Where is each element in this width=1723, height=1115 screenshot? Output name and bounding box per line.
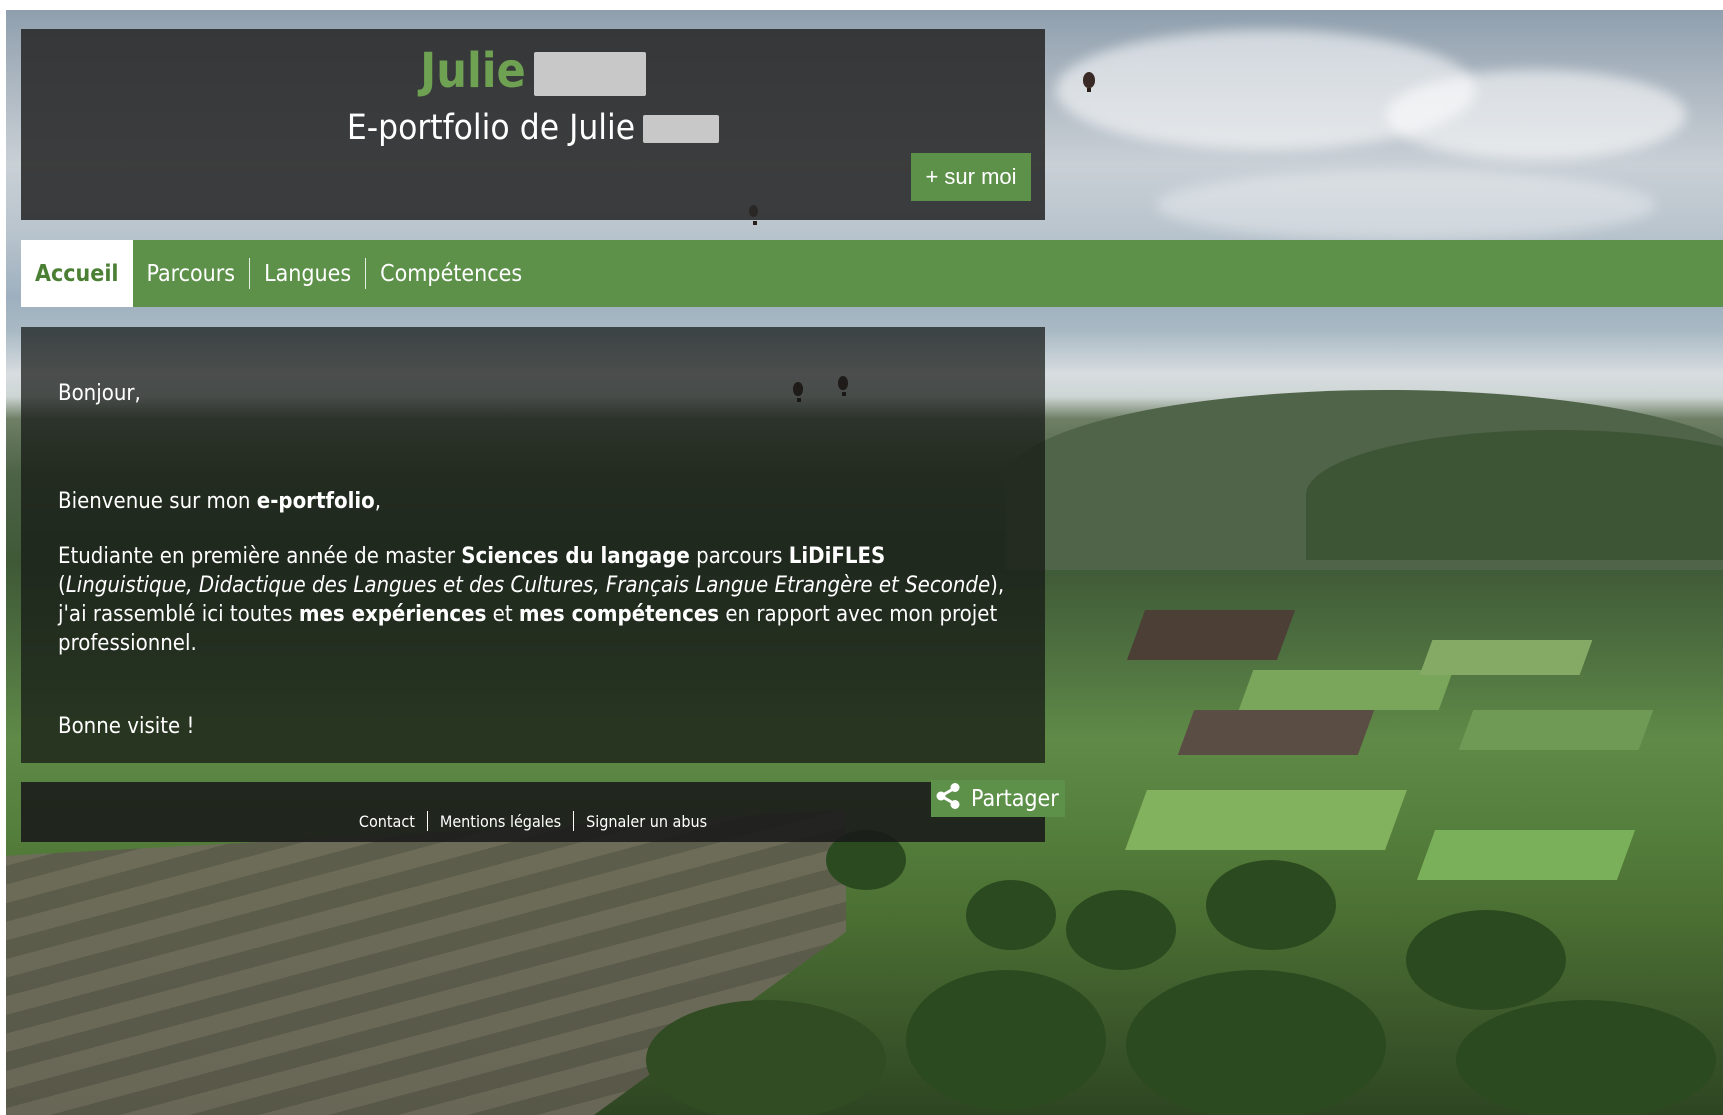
experiences-emphasis: mes expériences: [298, 602, 487, 627]
main-navigation: Accueil Parcours Langues Compétences: [21, 240, 1723, 307]
nav-item-langues[interactable]: Langues: [250, 240, 365, 307]
site-header: Julie E-portfolio de Julie + sur moi: [21, 29, 1045, 220]
hot-air-balloon: [1083, 72, 1095, 92]
nav-item-competences[interactable]: Compétences: [366, 240, 536, 307]
track-full-name: Linguistique, Didactique des Langues et …: [65, 573, 991, 598]
closing-text: Bonne visite !: [58, 714, 195, 739]
nav-item-parcours[interactable]: Parcours: [133, 240, 250, 307]
site-subtitle-text: E-portfolio de Julie: [346, 108, 636, 148]
welcome-text: Bienvenue sur mon e-portfolio,: [58, 489, 382, 514]
greeting-text: Bonjour,: [58, 381, 141, 406]
site-title-text: Julie: [420, 43, 526, 99]
program-name: Sciences du langage: [461, 544, 690, 569]
nav-item-accueil[interactable]: Accueil: [21, 240, 133, 307]
footer-links: Contact Mentions légales Signaler un abu…: [21, 811, 1045, 831]
redacted-surname: [643, 115, 720, 143]
eportfolio-emphasis: e-portfolio: [256, 489, 375, 514]
site-title: Julie: [21, 45, 1045, 98]
track-name: LiDiFLES: [788, 544, 886, 569]
welcome-panel: Bonjour, Bienvenue sur mon e-portfolio, …: [21, 327, 1045, 763]
site-footer: Partager Contact Mentions légales Signal…: [21, 780, 1065, 842]
about-me-button[interactable]: + sur moi: [911, 153, 1031, 201]
intro-paragraph: Etudiante en première année de master Sc…: [58, 544, 1005, 656]
skills-emphasis: mes compétences: [518, 602, 720, 627]
share-button-label: Partager: [971, 785, 1059, 812]
site-subtitle: E-portfolio de Julie: [21, 109, 1045, 148]
legal-notice-link[interactable]: Mentions légales: [428, 812, 573, 831]
contact-link[interactable]: Contact: [347, 812, 427, 831]
redacted-surname: [533, 52, 646, 96]
report-abuse-link[interactable]: Signaler un abus: [574, 812, 719, 831]
